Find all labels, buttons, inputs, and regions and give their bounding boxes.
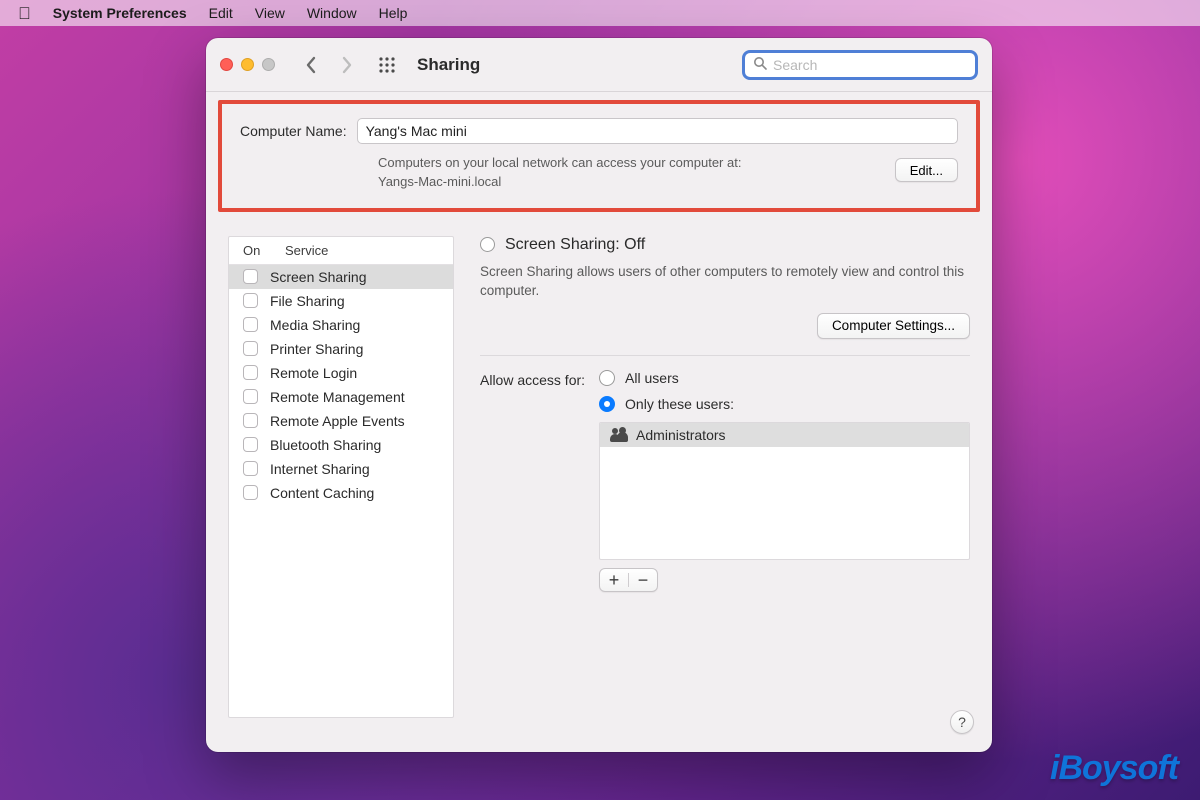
computer-settings-button[interactable]: Computer Settings... xyxy=(817,313,970,339)
watermark: iBoysoft xyxy=(1050,749,1178,788)
users-list-row[interactable]: Administrators xyxy=(600,423,969,447)
service-label: Internet Sharing xyxy=(270,461,370,477)
separator xyxy=(480,355,970,356)
group-icon xyxy=(610,428,628,442)
service-label: Screen Sharing xyxy=(270,269,367,285)
service-row[interactable]: File Sharing xyxy=(229,289,453,313)
radio-only-these-users[interactable] xyxy=(599,396,615,412)
add-user-button[interactable]: + xyxy=(600,569,628,591)
service-checkbox[interactable] xyxy=(243,461,258,476)
service-row[interactable]: Remote Management xyxy=(229,385,453,409)
service-label: Remote Apple Events xyxy=(270,413,405,429)
computer-name-input[interactable] xyxy=(357,118,958,144)
service-description: Screen Sharing allows users of other com… xyxy=(480,262,970,301)
remove-user-button[interactable]: − xyxy=(629,569,657,591)
help-button[interactable]: ? xyxy=(950,710,974,734)
service-checkbox[interactable] xyxy=(243,341,258,356)
forward-button[interactable] xyxy=(333,51,361,79)
service-row[interactable]: Content Caching xyxy=(229,481,453,505)
menubar-item-view[interactable]: View xyxy=(255,5,285,21)
content-area: On Service Screen Sharing File Sharing Med… xyxy=(206,212,992,740)
back-button[interactable] xyxy=(297,51,325,79)
services-col-on: On xyxy=(243,243,269,258)
users-list-row-label: Administrators xyxy=(636,427,725,443)
access-label: Allow access for: xyxy=(480,370,585,592)
radio-all-users[interactable] xyxy=(599,370,615,386)
services-col-service: Service xyxy=(285,243,328,258)
service-label: Printer Sharing xyxy=(270,341,363,357)
services-header: On Service xyxy=(229,237,453,265)
menubar-item-help[interactable]: Help xyxy=(379,5,408,21)
preferences-window: Sharing Computer Name: Computers on your… xyxy=(206,38,992,752)
service-checkbox[interactable] xyxy=(243,485,258,500)
access-section: Allow access for: All users Only these u… xyxy=(480,370,970,592)
service-label: Remote Management xyxy=(270,389,405,405)
service-checkbox[interactable] xyxy=(243,317,258,332)
close-button[interactable] xyxy=(220,58,233,71)
search-icon xyxy=(753,56,767,73)
service-label: File Sharing xyxy=(270,293,345,309)
search-input[interactable] xyxy=(773,57,967,73)
zoom-button[interactable] xyxy=(262,58,275,71)
menubar:  System Preferences Edit View Window He… xyxy=(0,0,1200,26)
service-row[interactable]: Screen Sharing xyxy=(229,265,453,289)
computer-name-hint-line2: Yangs-Mac-mini.local xyxy=(378,174,501,189)
menubar-item-edit[interactable]: Edit xyxy=(209,5,233,21)
computer-name-section: Computer Name: Computers on your local n… xyxy=(218,100,980,212)
service-label: Bluetooth Sharing xyxy=(270,437,381,453)
search-field-wrap[interactable] xyxy=(742,50,978,80)
service-heading: Screen Sharing: Off xyxy=(505,236,645,254)
titlebar: Sharing xyxy=(206,38,992,92)
show-all-button[interactable] xyxy=(373,51,401,79)
edit-hostname-button[interactable]: Edit... xyxy=(895,158,958,182)
service-row[interactable]: Remote Login xyxy=(229,361,453,385)
service-checkbox[interactable] xyxy=(243,293,258,308)
computer-name-hint: Computers on your local network can acce… xyxy=(378,154,958,192)
access-option-all[interactable]: All users xyxy=(599,370,970,386)
computer-name-label: Computer Name: xyxy=(240,123,347,139)
service-checkbox[interactable] xyxy=(243,413,258,428)
add-remove-stepper: + − xyxy=(599,568,658,592)
service-enable-toggle[interactable] xyxy=(480,237,495,252)
service-label: Media Sharing xyxy=(270,317,360,333)
menubar-item-window[interactable]: Window xyxy=(307,5,357,21)
services-list: Screen Sharing File Sharing Media Sharing P… xyxy=(229,265,453,505)
traffic-lights xyxy=(220,58,275,71)
service-label: Content Caching xyxy=(270,485,374,501)
service-row[interactable]: Media Sharing xyxy=(229,313,453,337)
service-row[interactable]: Internet Sharing xyxy=(229,457,453,481)
service-row[interactable]: Remote Apple Events xyxy=(229,409,453,433)
services-panel: On Service Screen Sharing File Sharing Med… xyxy=(228,236,454,718)
users-list[interactable]: Administrators xyxy=(599,422,970,560)
access-option-only[interactable]: Only these users: xyxy=(599,396,970,412)
pane-title: Sharing xyxy=(417,55,480,75)
access-option-only-label: Only these users: xyxy=(625,396,734,412)
minimize-button[interactable] xyxy=(241,58,254,71)
apple-menu-icon[interactable]:  xyxy=(18,5,31,22)
service-detail: Screen Sharing: Off Screen Sharing allow… xyxy=(480,236,970,718)
service-checkbox[interactable] xyxy=(243,389,258,404)
access-option-all-label: All users xyxy=(625,370,679,386)
service-checkbox[interactable] xyxy=(243,365,258,380)
service-row[interactable]: Printer Sharing xyxy=(229,337,453,361)
service-row[interactable]: Bluetooth Sharing xyxy=(229,433,453,457)
menubar-app-name[interactable]: System Preferences xyxy=(53,5,187,21)
service-label: Remote Login xyxy=(270,365,357,381)
service-checkbox[interactable] xyxy=(243,269,258,284)
computer-name-hint-line1: Computers on your local network can acce… xyxy=(378,155,741,170)
service-checkbox[interactable] xyxy=(243,437,258,452)
